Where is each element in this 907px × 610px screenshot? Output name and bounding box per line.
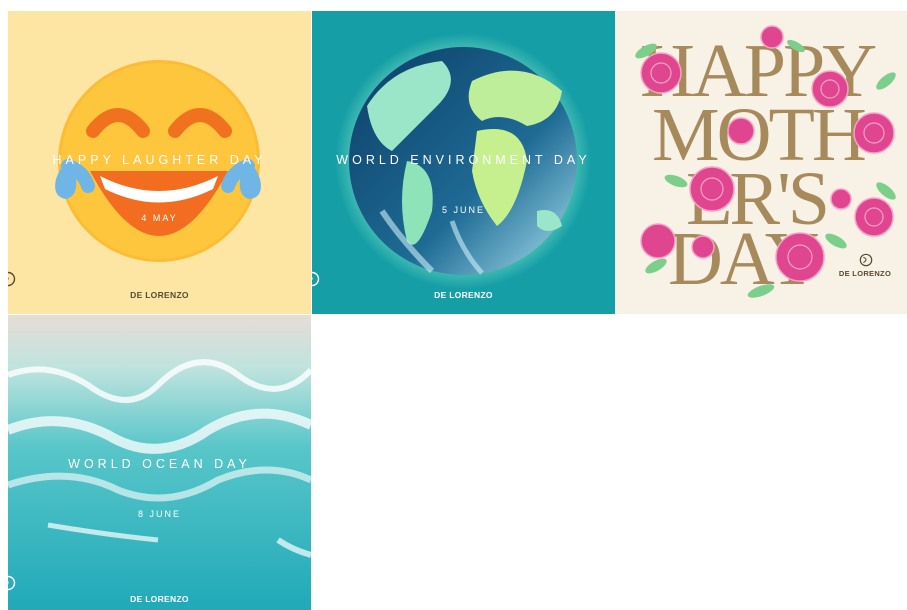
laughter-day-post[interactable]: HAPPY LAUGHTER DAY 4 MAY DE LORENZO	[8, 11, 311, 314]
date: 4 MAY	[141, 213, 178, 223]
de-lorenzo-logo-icon	[8, 575, 16, 591]
brand-name: DE LORENZO	[838, 269, 892, 278]
headline: HAPPY LAUGHTER DAY	[52, 153, 267, 167]
de-lorenzo-logo-icon	[312, 271, 320, 287]
de-lorenzo-logo-icon	[859, 253, 873, 267]
de-lorenzo-logo-icon	[8, 271, 16, 287]
environment-day-post[interactable]: WORLD ENVIRONMENT DAY 5 JUNE DE LORENZO	[312, 11, 615, 314]
ocean-day-post[interactable]: WORLD OCEAN DAY 8 JUNE DE LORENZO	[8, 315, 311, 610]
brand-name: DE LORENZO	[130, 594, 189, 604]
brand-name: DE LORENZO	[130, 290, 189, 300]
headline: WORLD OCEAN DAY	[68, 457, 251, 471]
brand-name: DE LORENZO	[434, 290, 493, 300]
date: 5 JUNE	[441, 205, 485, 215]
date: 8 JUNE	[137, 509, 181, 519]
headline: WORLD ENVIRONMENT DAY	[336, 153, 591, 167]
mothers-day-post[interactable]: HAPPY MOTH ER'S DAY DE LORENZO	[616, 11, 907, 314]
